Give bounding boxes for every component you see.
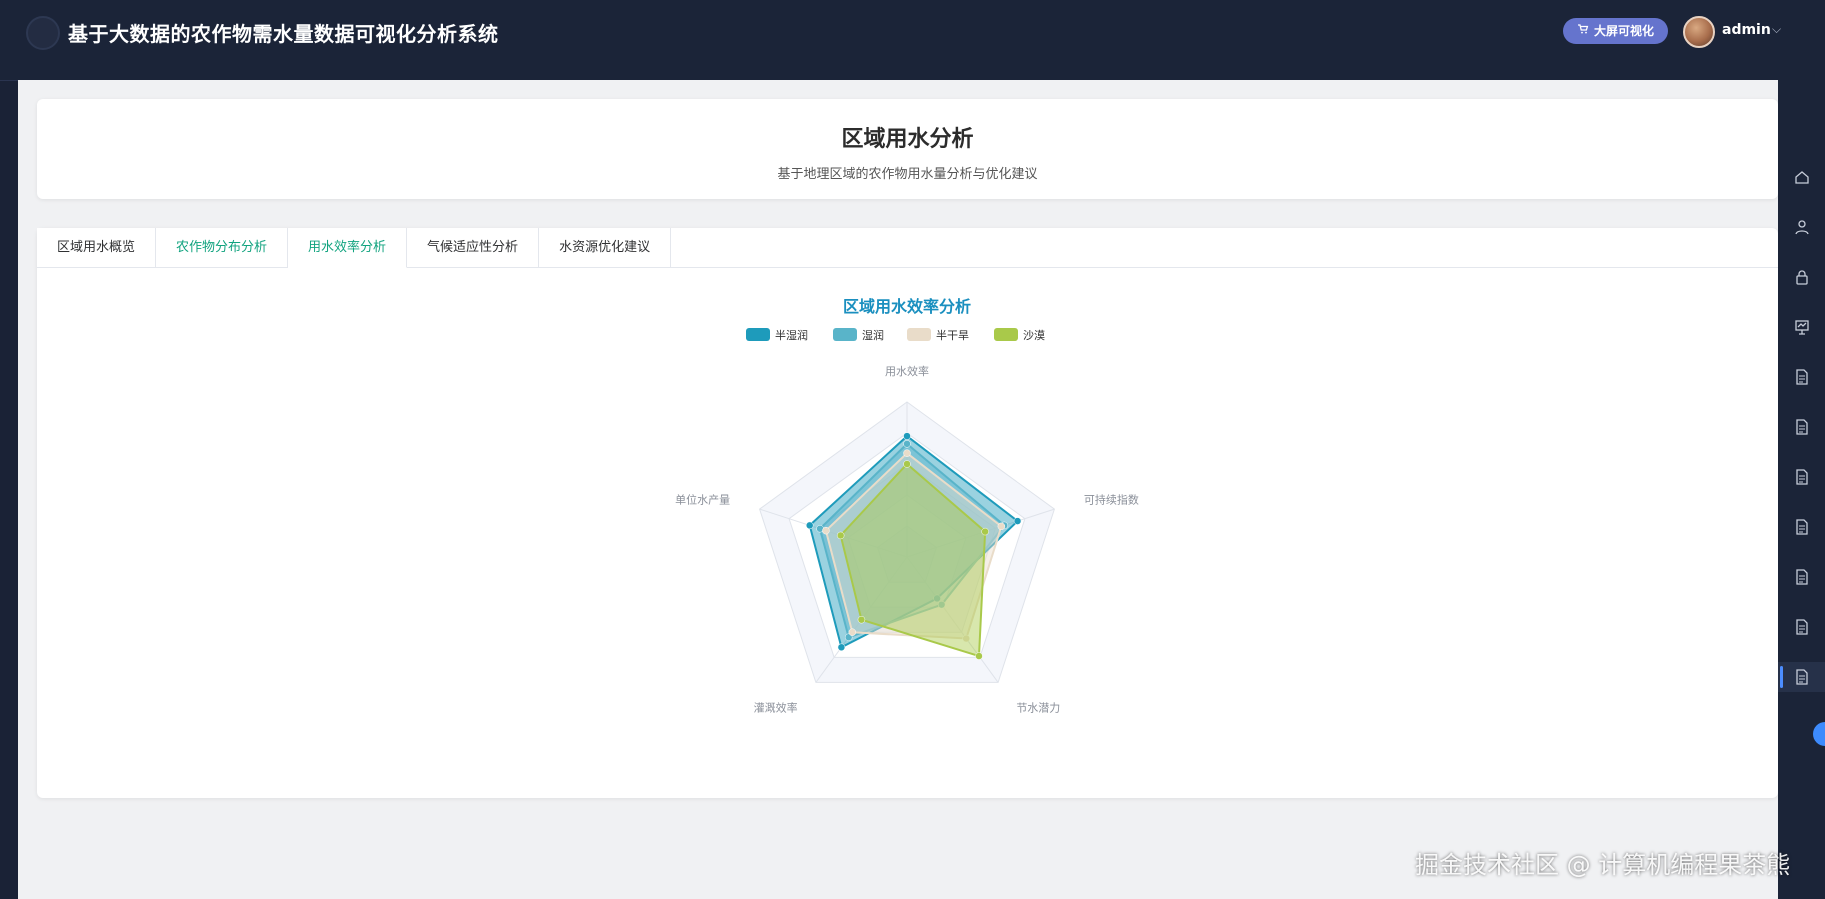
radar-point [848, 628, 857, 636]
document-icon[interactable] [1778, 362, 1825, 392]
radar-chart: 区域用水效率分析 半湿润 湿润 半干旱 沙漠 用水效率可持续指数节水潜力 灌溉效率 单位水… [675, 297, 1139, 714]
radar-axis-label: 单位水产量 [675, 493, 730, 507]
radar-point [822, 526, 830, 535]
right-rail [1778, 80, 1825, 899]
user-icon[interactable] [1778, 212, 1825, 242]
logo-icon [26, 16, 60, 50]
chevron-down-icon[interactable]: ⌵ [1772, 22, 1781, 37]
watermark: 掘金技术社区 @ 计算机编程果茶熊 [1415, 851, 1791, 879]
page-subtitle: 基于地理区域的农作物用水量分析与优化建议 [777, 167, 1038, 182]
document-icon[interactable] [1778, 562, 1825, 592]
lock-icon[interactable] [1778, 262, 1825, 292]
legend-swatch[interactable] [994, 328, 1018, 341]
cart-icon [1577, 18, 1589, 44]
bigscreen-button[interactable]: 大屏可视化 [1563, 18, 1669, 44]
radar-point [805, 521, 814, 530]
legend-swatch[interactable] [833, 328, 857, 341]
radar-axis-label: 用水效率 [885, 364, 929, 378]
radar-axis-label: 可持续指数 [1084, 493, 1139, 507]
tab-region-overview[interactable]: 区域用水概览 [37, 228, 157, 267]
legend-swatch[interactable] [746, 328, 770, 341]
username[interactable]: admin [1722, 22, 1771, 38]
radar-axis-label: 节水潜力 [1016, 700, 1060, 714]
chart-title: 区域用水效率分析 [843, 297, 971, 316]
radar-point [903, 440, 911, 448]
radar-point [903, 449, 911, 457]
legend-label[interactable]: 沙漠 [1023, 329, 1045, 342]
radar-point [975, 652, 983, 660]
document-icon[interactable] [1778, 462, 1825, 492]
radar-point [997, 522, 1006, 531]
radar-point [903, 432, 911, 440]
radar-point [903, 460, 911, 468]
legend-label[interactable]: 湿润 [862, 328, 884, 342]
document-icon[interactable] [1778, 612, 1825, 642]
radar-axis-label: 灌溉效率 [754, 700, 798, 714]
chart-legend[interactable]: 半湿润 湿润 半干旱 沙漠 [746, 328, 1045, 342]
content-card: 区域用水概览 农作物分布分析 用水效率分析 气候适应性分析 水资源优化建议 区域… [37, 228, 1778, 798]
radar-point [857, 615, 866, 624]
legend-label[interactable]: 半湿润 [775, 328, 808, 342]
top-bar: 基于大数据的农作物需水量数据可视化分析系统 大屏可视化 admin ⌵ [0, 0, 1825, 81]
radar-point [836, 531, 845, 540]
document-icon[interactable] [1778, 412, 1825, 442]
app-title: 基于大数据的农作物需水量数据可视化分析系统 [68, 22, 499, 46]
tab-crop-distribution[interactable]: 农作物分布分析 [156, 228, 289, 267]
legend-swatch[interactable] [907, 328, 931, 341]
main-area: 区域用水分析 基于地理区域的农作物用水量分析与优化建议 区域用水概览 农作物分布… [18, 80, 1778, 899]
chart-container: 区域用水效率分析 半湿润 湿润 半干旱 沙漠 用水效率可持续指数节水潜力 灌溉效率 单位水… [37, 267, 1778, 798]
document-icon[interactable] [1778, 662, 1825, 692]
legend-label[interactable]: 半干旱 [936, 328, 969, 342]
bigscreen-label: 大屏可视化 [1594, 24, 1655, 38]
tab-bar: 区域用水概览 农作物分布分析 用水效率分析 气候适应性分析 水资源优化建议 [37, 228, 1778, 268]
home-icon[interactable] [1778, 162, 1825, 192]
header-card: 区域用水分析 基于地理区域的农作物用水量分析与优化建议 [37, 99, 1778, 199]
presentation-icon[interactable] [1778, 312, 1825, 342]
tab-climate-adaptability[interactable]: 气候适应性分析 [407, 228, 540, 267]
avatar[interactable] [1683, 16, 1715, 48]
tab-water-efficiency[interactable]: 用水效率分析 [288, 228, 408, 268]
tab-water-optimization[interactable]: 水资源优化建议 [539, 228, 672, 267]
radar-point [837, 643, 846, 652]
document-icon[interactable] [1778, 512, 1825, 542]
radar-point [1013, 517, 1022, 525]
radar-point [981, 527, 989, 536]
page-title: 区域用水分析 [841, 127, 974, 152]
